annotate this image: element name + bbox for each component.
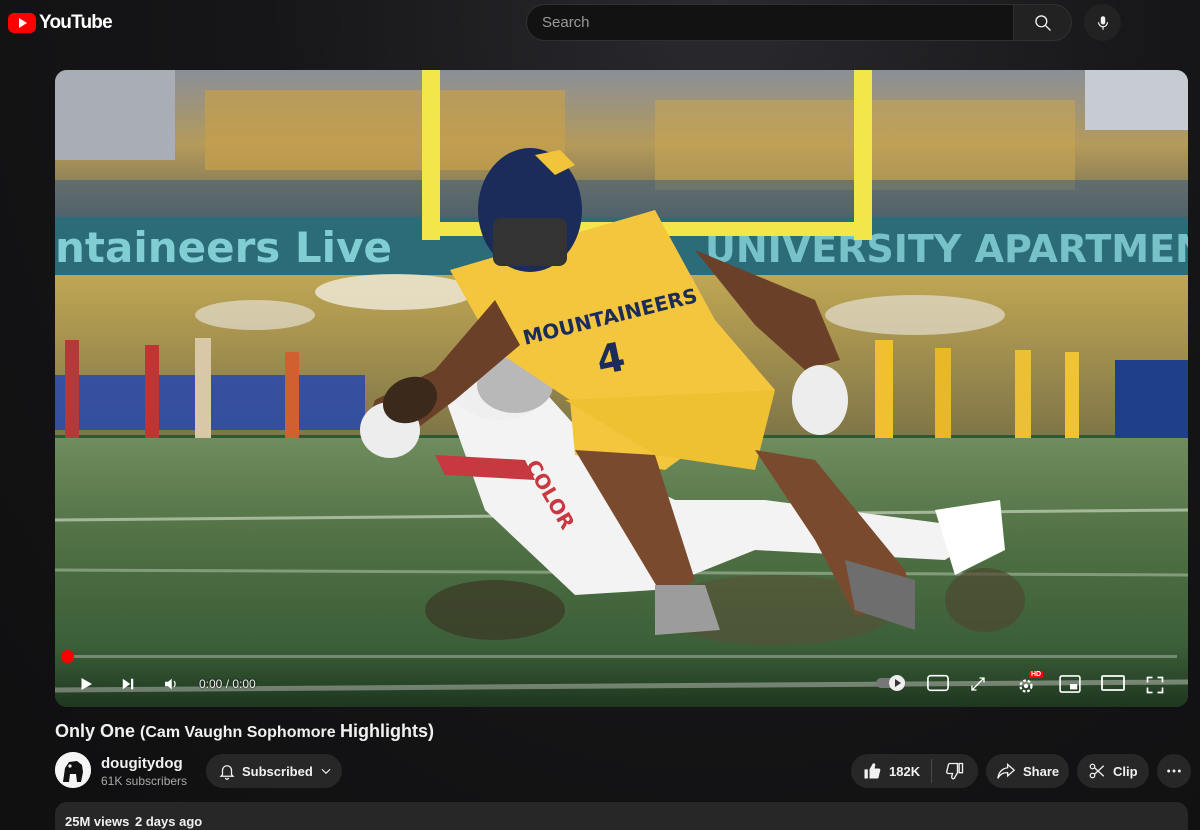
search-bar	[526, 4, 1072, 41]
time-display: 0:00 / 0:00	[199, 677, 256, 691]
captions-button[interactable]	[927, 674, 949, 692]
top-bar: YouTube	[0, 0, 1200, 46]
scrubber-handle[interactable]	[61, 650, 74, 663]
bell-icon	[219, 765, 235, 780]
clip-button[interactable]: Clip	[1077, 754, 1149, 788]
like-count: 182K	[889, 763, 921, 779]
volume-icon	[165, 678, 176, 690]
share-label: Share	[1023, 763, 1060, 779]
channel-avatar[interactable]	[55, 752, 91, 788]
upload-date: 2 days ago	[135, 814, 203, 829]
channel-name[interactable]: dougitydog	[101, 755, 183, 772]
theater-mode-button[interactable]	[1101, 675, 1125, 691]
logo-text: YouTube	[39, 12, 113, 33]
youtube-logo[interactable]: YouTube	[8, 12, 113, 34]
like-dislike-group: 182K	[851, 754, 978, 788]
fullscreen-icon	[1146, 676, 1164, 694]
autoplay-toggle[interactable]	[875, 673, 909, 693]
chevron-down-icon	[321, 768, 331, 775]
gear-icon	[1019, 679, 1033, 693]
thumbs-up-icon	[864, 763, 881, 779]
description-box[interactable]: 25M views 2 days ago	[55, 802, 1188, 830]
view-count: 25M views	[65, 814, 130, 829]
dog-avatar-icon	[55, 752, 91, 788]
video-player[interactable]: ntaineers Live UNIVERSITY APARTMENTS	[55, 70, 1188, 707]
subscribed-button[interactable]: Subscribed	[206, 754, 342, 788]
more-horizontal-icon	[1167, 769, 1181, 773]
thumbs-down-icon	[945, 762, 964, 780]
like-button[interactable]: 182K	[851, 754, 931, 788]
subscribed-label: Subscribed	[242, 763, 313, 779]
clip-label: Clip	[1113, 763, 1138, 779]
volume-button[interactable]	[161, 675, 181, 693]
settings-button[interactable]	[1015, 675, 1037, 697]
video-title-paren: (Cam Vaughn Sophomore	[140, 724, 341, 741]
fullscreen-button[interactable]	[1145, 675, 1165, 695]
search-button[interactable]	[1013, 4, 1072, 41]
miniplayer-icon	[1059, 675, 1081, 693]
miniplayer-button[interactable]	[969, 675, 987, 693]
play-icon	[81, 678, 92, 690]
microphone-icon	[1097, 15, 1108, 30]
goal-post	[422, 70, 440, 240]
banner-text-left: ntaineers Live	[55, 223, 392, 272]
next-icon	[122, 678, 134, 690]
search-input[interactable]	[526, 4, 1013, 41]
youtube-play-icon	[8, 13, 36, 33]
subscriber-count: 61K subscribers	[101, 774, 188, 788]
theater-icon	[1101, 675, 1125, 691]
progress-bar[interactable]	[67, 655, 1177, 658]
player-controls: 0:00 / 0:00 HD	[55, 647, 1188, 707]
search-icon	[1034, 14, 1051, 31]
share-arrow-icon	[997, 763, 1016, 779]
video-title-end: Highlights)	[340, 721, 435, 741]
next-button[interactable]	[119, 675, 137, 693]
video-title: Only One (Cam Vaughn Sophomore Highlight…	[55, 721, 434, 742]
expand-arrows-icon	[971, 677, 985, 691]
scissors-icon	[1089, 763, 1105, 779]
play-button[interactable]	[77, 675, 95, 693]
share-button[interactable]: Share	[986, 754, 1069, 788]
more-actions-button[interactable]	[1157, 754, 1191, 788]
dislike-button[interactable]	[932, 754, 978, 788]
video-frame: ntaineers Live UNIVERSITY APARTMENTS	[55, 70, 1188, 707]
voice-search-button[interactable]	[1084, 4, 1121, 41]
miniplayer-mode-button[interactable]	[1059, 675, 1081, 693]
captions-icon	[927, 674, 949, 692]
hd-badge: HD	[1029, 671, 1044, 678]
autoplay-toggle-icon	[876, 675, 906, 691]
video-title-main: Only One	[55, 721, 141, 741]
